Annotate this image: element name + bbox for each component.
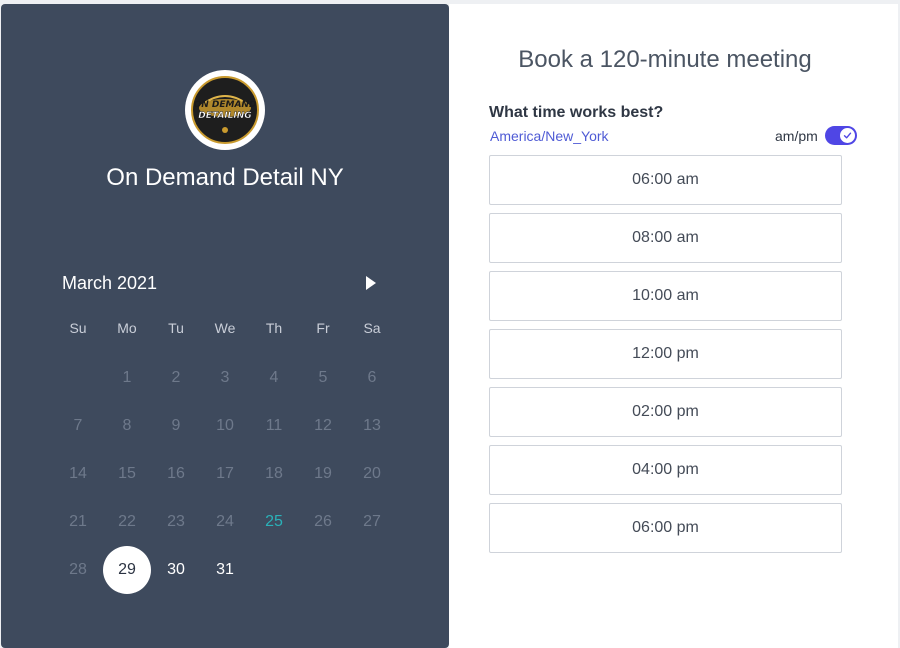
calendar-day-31[interactable]: 31 [201,546,249,594]
calendar-day-22: 22 [118,513,136,530]
organization-name: On Demand Detail NY [106,164,344,191]
calendar-day-9: 9 [171,417,181,434]
check-icon [843,132,852,139]
calendar-day-25: 25 [265,513,283,530]
calendar-day-13: 13 [363,417,381,434]
weekday-label: Sa [363,320,381,336]
time-slot-button[interactable]: 06:00 pm [489,503,842,553]
weekday-label: Su [69,320,87,336]
time-question: What time works best? [489,104,664,121]
timezone-link[interactable]: America/New_York [490,128,609,144]
calendar-day-30[interactable]: 30 [152,546,200,594]
calendar-panel: ON DEMAND DETAILING On Demand Detail NY … [1,4,449,648]
calendar-day-28: 28 [69,561,87,578]
weekday-label: Mo [117,320,137,336]
organization-logo: ON DEMAND DETAILING [185,70,265,150]
calendar-day-26: 26 [314,513,332,530]
time-slot-button[interactable]: 10:00 am [489,271,842,321]
calendar-day-15: 15 [118,465,136,482]
time-slot-button[interactable]: 04:00 pm [489,445,842,495]
calendar-day-4: 4 [269,369,279,386]
calendar-day-20: 20 [363,465,381,482]
logo-text-line2: DETAILING [198,111,251,121]
weekday-label: Th [265,320,283,336]
logo-badge: ON DEMAND DETAILING [191,76,259,144]
calendar-day-11: 11 [265,417,283,434]
booking-title: Book a 120-minute meeting [518,46,812,73]
calendar-day-3: 3 [220,369,230,386]
calendar-day-8: 8 [122,417,132,434]
calendar-day-21: 21 [69,513,87,530]
next-month-button[interactable] [361,273,381,293]
calendar-day-29[interactable]: 29 [103,546,151,594]
calendar-day-14: 14 [69,465,87,482]
time-slot-button[interactable]: 06:00 am [489,155,842,205]
booking-panel: Book a 120-minute meeting What time work… [449,4,898,648]
calendar-day-23: 23 [167,513,185,530]
time-slot-button[interactable]: 12:00 pm [489,329,842,379]
weekday-label: We [214,320,236,336]
play-arrow-icon [366,276,376,290]
calendar-day-18: 18 [265,465,283,482]
calendar-day-24: 24 [216,513,234,530]
weekday-label: Fr [316,320,330,336]
weekday-label: Tu [168,320,184,336]
calendar-day-16: 16 [167,465,185,482]
ampm-label: am/pm [775,128,818,144]
calendar-day-7: 7 [73,417,83,434]
toggle-knob [840,128,855,143]
calendar-day-6: 6 [367,369,377,386]
time-slot-button[interactable]: 08:00 am [489,213,842,263]
calendar-day-10: 10 [216,417,234,434]
calendar-day-5: 5 [318,369,328,386]
time-slot-button[interactable]: 02:00 pm [489,387,842,437]
ampm-toggle[interactable] [825,126,857,145]
calendar-day-27: 27 [363,513,381,530]
calendar-day-19: 19 [314,465,332,482]
calendar-day-12: 12 [314,417,332,434]
month-title: March 2021 [62,273,158,293]
calendar-day-17: 17 [216,465,234,482]
calendar-day-2: 2 [171,369,181,386]
calendar-day-1: 1 [122,369,132,386]
logo-text-line1: ON DEMAND [194,100,257,110]
